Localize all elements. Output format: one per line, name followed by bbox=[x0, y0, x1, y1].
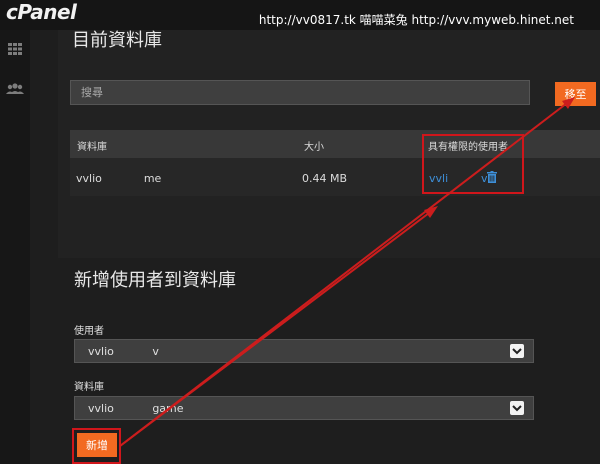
chevron-down-icon bbox=[510, 344, 524, 358]
database-name: vvlio me bbox=[76, 172, 162, 185]
grid-icon[interactable] bbox=[6, 40, 24, 58]
move-button[interactable]: 移至 bbox=[555, 82, 596, 106]
database-size: 0.44 MB bbox=[302, 172, 348, 185]
column-database: 資料庫 bbox=[77, 142, 107, 153]
trash-icon[interactable] bbox=[487, 171, 497, 183]
user-select-value: vvlio v bbox=[88, 345, 159, 358]
add-button[interactable]: 新增 bbox=[77, 433, 117, 457]
table-header: 資料庫 大小 具有權限的使用者 bbox=[70, 130, 600, 158]
database-select-value: vvlio game bbox=[88, 402, 184, 415]
user-label: 使用者 bbox=[74, 326, 104, 337]
watermark-text: http://vv0817.tk 喵喵菜兔 http://vvv.myweb.h… bbox=[258, 13, 574, 27]
user-select[interactable]: vvlio v bbox=[74, 339, 534, 363]
sidebar bbox=[0, 30, 30, 464]
privileged-user-link[interactable]: vvli bbox=[429, 172, 448, 185]
database-select[interactable]: vvlio game bbox=[74, 396, 534, 420]
cpanel-logo[interactable]: cPanel bbox=[6, 0, 77, 24]
column-size: 大小 bbox=[304, 142, 324, 153]
users-icon[interactable] bbox=[6, 80, 24, 98]
chevron-down-icon bbox=[510, 401, 524, 415]
table-row: vvlio me 0.44 MB vvli v bbox=[70, 158, 600, 196]
add-user-title: 新增使用者到資料庫 bbox=[74, 270, 236, 291]
column-privileged-users: 具有權限的使用者 bbox=[428, 142, 508, 153]
database-label: 資料庫 bbox=[74, 382, 104, 393]
search-input[interactable] bbox=[70, 80, 530, 105]
current-databases-title: 目前資料庫 bbox=[72, 30, 162, 51]
